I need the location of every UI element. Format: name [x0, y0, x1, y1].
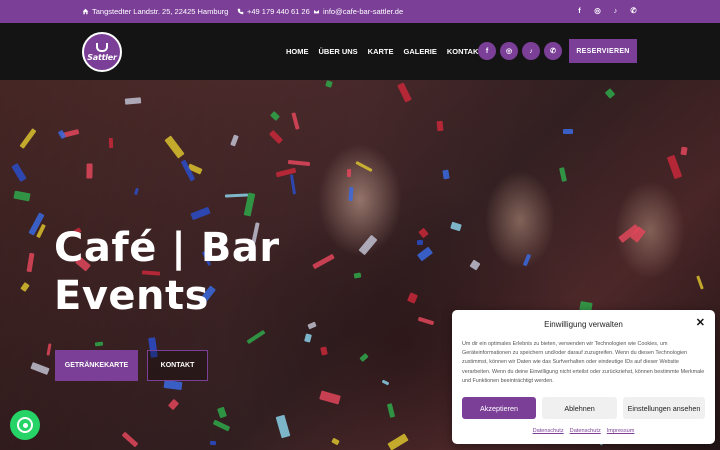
home-icon [82, 8, 89, 15]
close-icon[interactable]: ✕ [696, 318, 705, 329]
confetti-piece [442, 169, 450, 180]
preferences-button[interactable]: Einstellungen ansehen [623, 397, 705, 419]
consent-text: Um dir ein optimales Erlebnis zu bieten,… [462, 341, 705, 384]
facebook-icon[interactable]: f [478, 42, 496, 60]
confetti-piece [416, 239, 424, 246]
confetti-piece [563, 129, 573, 134]
contact-button[interactable]: KONTAKT [147, 350, 208, 381]
address-text: Tangstedter Landstr. 25, 22425 Hamburg [92, 7, 229, 16]
main-nav: HOME ÜBER UNS KARTE GALERIE KONTAKT [286, 47, 493, 56]
coffee-cup-icon [96, 42, 108, 52]
email-info[interactable]: info@cafe-bar-sattler.de [313, 7, 403, 16]
reserve-button[interactable]: RESERVIEREN [569, 39, 637, 63]
whatsapp-icon [17, 417, 33, 433]
instagram-icon[interactable]: ◎ [593, 6, 602, 16]
imprint-link[interactable]: Impressum [607, 428, 635, 434]
hero-title-line2: Events [54, 273, 209, 319]
phone-text: +49 179 440 61 26 [247, 7, 310, 16]
consent-title: Einwilligung verwalten [544, 320, 623, 329]
whatsapp-icon[interactable]: ✆ [629, 6, 638, 16]
confetti-piece [680, 146, 688, 156]
email-text: info@cafe-bar-sattler.de [323, 7, 404, 16]
hero-title-line1: Café | Bar [54, 225, 280, 271]
envelope-icon [313, 9, 320, 14]
confetti-piece [108, 137, 114, 149]
confetti-piece [86, 163, 93, 179]
confetti-piece [94, 341, 104, 347]
tiktok-icon[interactable]: ♪ [611, 6, 620, 16]
nav-menu[interactable]: KARTE [368, 47, 394, 56]
deny-button[interactable]: Ablehnen [542, 397, 617, 419]
site-header: Sattler HOME ÜBER UNS KARTE GALERIE KONT… [0, 23, 720, 80]
header-socials: f ◎ ♪ ✆ [478, 42, 562, 60]
facebook-icon[interactable]: f [575, 6, 584, 16]
whatsapp-icon[interactable]: ✆ [544, 42, 562, 60]
drinks-menu-button[interactable]: GETRÄNKEKARTE [55, 350, 138, 381]
phone-info[interactable]: +49 179 440 61 26 [237, 7, 310, 16]
nav-gallery[interactable]: GALERIE [404, 47, 437, 56]
logo-text: Sattler [87, 52, 117, 62]
instagram-icon[interactable]: ◎ [500, 42, 518, 60]
phone-icon [237, 8, 244, 15]
topbar-socials: f ◎ ♪ ✆ [575, 6, 638, 16]
tiktok-icon[interactable]: ♪ [522, 42, 540, 60]
privacy-link[interactable]: Datenschutz [533, 428, 564, 434]
nav-about[interactable]: ÜBER UNS [319, 47, 358, 56]
hero-title: Café | Bar Events [54, 224, 280, 320]
site-logo[interactable]: Sattler [82, 32, 122, 72]
accept-button[interactable]: Akzeptieren [462, 397, 536, 419]
whatsapp-chat-button[interactable] [10, 410, 40, 440]
top-info-bar: Tangstedter Landstr. 25, 22425 Hamburg +… [0, 0, 720, 23]
nav-home[interactable]: HOME [286, 47, 309, 56]
confetti-piece [209, 440, 217, 446]
cookie-consent-dialog: Einwilligung verwalten ✕ Um dir ein opti… [452, 310, 715, 444]
confetti-piece [436, 120, 444, 132]
address-info: Tangstedter Landstr. 25, 22425 Hamburg [82, 7, 228, 16]
consent-links: Datenschutz Datenschutz Impressum [452, 428, 715, 434]
privacy-link-2[interactable]: Datenschutz [570, 428, 601, 434]
confetti-piece [346, 168, 352, 178]
